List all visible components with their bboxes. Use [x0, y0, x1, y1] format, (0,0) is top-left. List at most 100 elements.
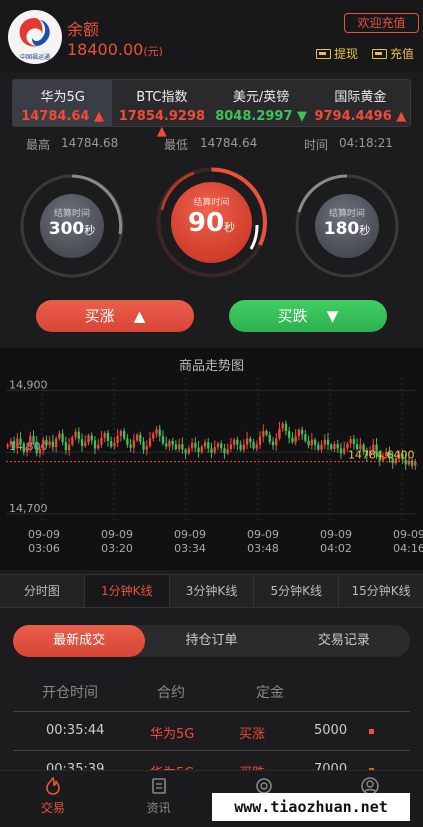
candle-body: [343, 448, 346, 454]
tab-trade-records[interactable]: 交易记录: [278, 625, 410, 657]
nav-trade[interactable]: 交易: [0, 771, 106, 827]
high-label: 最高: [26, 138, 51, 152]
row-amount: 5000: [314, 723, 348, 738]
nav-news[interactable]: 资讯: [106, 771, 212, 827]
ticker-name: 美元/英镑: [232, 90, 290, 105]
settle-dial-90[interactable]: 结算时间 90秒: [154, 165, 269, 280]
balance-label: 余额: [67, 20, 100, 39]
candle-body: [291, 437, 294, 443]
col-contract: 合约: [157, 685, 185, 701]
candle-body: [161, 436, 165, 444]
tab-time-share[interactable]: 分时图: [0, 575, 85, 607]
candle-body: [323, 439, 326, 445]
candle-body: [297, 429, 301, 437]
candle-body: [148, 438, 152, 446]
x-tick-time: 04:02: [320, 542, 352, 555]
candle-body: [262, 431, 265, 437]
candle-body: [97, 444, 100, 449]
candle-body: [330, 444, 333, 449]
candle-body: [119, 431, 123, 437]
x-tick-time: 04:16: [393, 542, 423, 555]
candle-body: [255, 444, 258, 449]
candle-body: [106, 432, 110, 441]
ticker-name: 国际黄金: [334, 90, 387, 105]
dial-value: 300秒: [48, 219, 96, 239]
trend-up-icon: ▲: [94, 109, 105, 124]
ticker-btc-index[interactable]: BTC指数 17854.9298 ▲: [112, 80, 211, 139]
ticker-huawei5g[interactable]: 华为5G 14784.64 ▲: [13, 80, 113, 126]
trend-up-icon: ▲: [396, 109, 407, 124]
candle-body: [35, 442, 38, 454]
candle-body: [245, 438, 249, 445]
row-time: 00:35:44: [46, 723, 105, 738]
settle-dial-180[interactable]: 结算时间 180秒: [293, 172, 401, 280]
candle-body: [203, 442, 207, 447]
tab-5min-kline[interactable]: 5分钟K线: [254, 575, 340, 607]
candle-body: [77, 431, 80, 440]
x-tick-date: 09-09: [101, 528, 133, 541]
time-value: 04:18:21: [339, 136, 393, 150]
candle-body: [190, 442, 194, 449]
candle-body: [174, 444, 178, 449]
tab-1min-kline[interactable]: 1分钟K线: [84, 575, 170, 607]
candle-body: [307, 440, 310, 446]
tab-3min-kline[interactable]: 3分钟K线: [170, 575, 255, 607]
candle-body: [288, 431, 291, 438]
logo-text: 中国福运通: [19, 54, 50, 61]
buy-down-button[interactable]: 买跌 ▼: [229, 300, 387, 332]
candle-body: [152, 433, 155, 439]
buy-up-button[interactable]: 买涨 ▲: [36, 300, 194, 332]
candle-body: [19, 438, 22, 444]
x-tick-date: 09-09: [393, 528, 423, 541]
withdraw-button[interactable]: 提现: [316, 45, 358, 62]
dial-label: 结算时间: [193, 198, 230, 208]
candle-body: [223, 448, 226, 454]
candle-body: [155, 429, 158, 434]
header: 中国福运通 余额 18400.00(元) 欢迎充值 提现 充值: [0, 0, 423, 72]
ticker-usd-gbp[interactable]: 美元/英镑 8048.2997 ▼: [212, 80, 311, 126]
candle-body: [61, 433, 64, 443]
candle-body: [300, 429, 304, 435]
candle-body: [278, 428, 281, 439]
withdraw-label: 提现: [334, 47, 359, 61]
candle-body: [197, 447, 200, 453]
ticker-value: 8048.2997 ▼: [215, 109, 308, 124]
candle-body: [25, 446, 29, 453]
ticker-bar: 华为5G 14784.64 ▲ BTC指数 17854.9298 ▲ 美元/英镑…: [12, 79, 411, 139]
candle-body: [181, 444, 184, 450]
col-open-time: 开仓时间: [42, 685, 98, 701]
tab-15min-kline[interactable]: 15分钟K线: [339, 575, 423, 607]
candle-body: [158, 429, 161, 437]
dial-label: 结算时间: [328, 209, 365, 219]
candle-body: [229, 444, 233, 449]
candle-body: [165, 443, 168, 447]
candle-body: [275, 438, 278, 446]
x-tick-time: 03:20: [101, 542, 133, 555]
ticker-gold[interactable]: 国际黄金 9794.4496 ▲: [311, 80, 410, 126]
candle-body: [220, 443, 223, 449]
candle-body: [42, 439, 45, 449]
recharge-button[interactable]: 充值: [372, 45, 414, 62]
recharge-label: 充值: [390, 47, 415, 61]
candle-body: [265, 431, 268, 435]
candle-body: [239, 444, 242, 450]
logo-swirl-icon: [19, 18, 50, 47]
candle-body: [74, 431, 77, 438]
recharge-icon: [372, 48, 387, 59]
candle-body: [45, 439, 48, 446]
candle-body: [294, 436, 297, 443]
tab-open-positions[interactable]: 持仓订单: [145, 625, 277, 657]
candle-body: [233, 439, 236, 445]
candle-body: [135, 434, 139, 441]
candle-body: [216, 443, 220, 448]
candle-body: [349, 439, 352, 444]
candle-body: [93, 440, 97, 449]
candle-body: [16, 438, 19, 449]
tab-latest-deals[interactable]: 最新成交: [13, 625, 146, 657]
candle-body: [320, 444, 323, 450]
settle-dial-300[interactable]: 结算时间 300秒: [18, 172, 126, 280]
candle-body: [38, 449, 42, 454]
welcome-recharge-button[interactable]: 欢迎充值: [344, 13, 419, 33]
candle-body: [284, 423, 288, 432]
candle-body: [22, 443, 25, 453]
